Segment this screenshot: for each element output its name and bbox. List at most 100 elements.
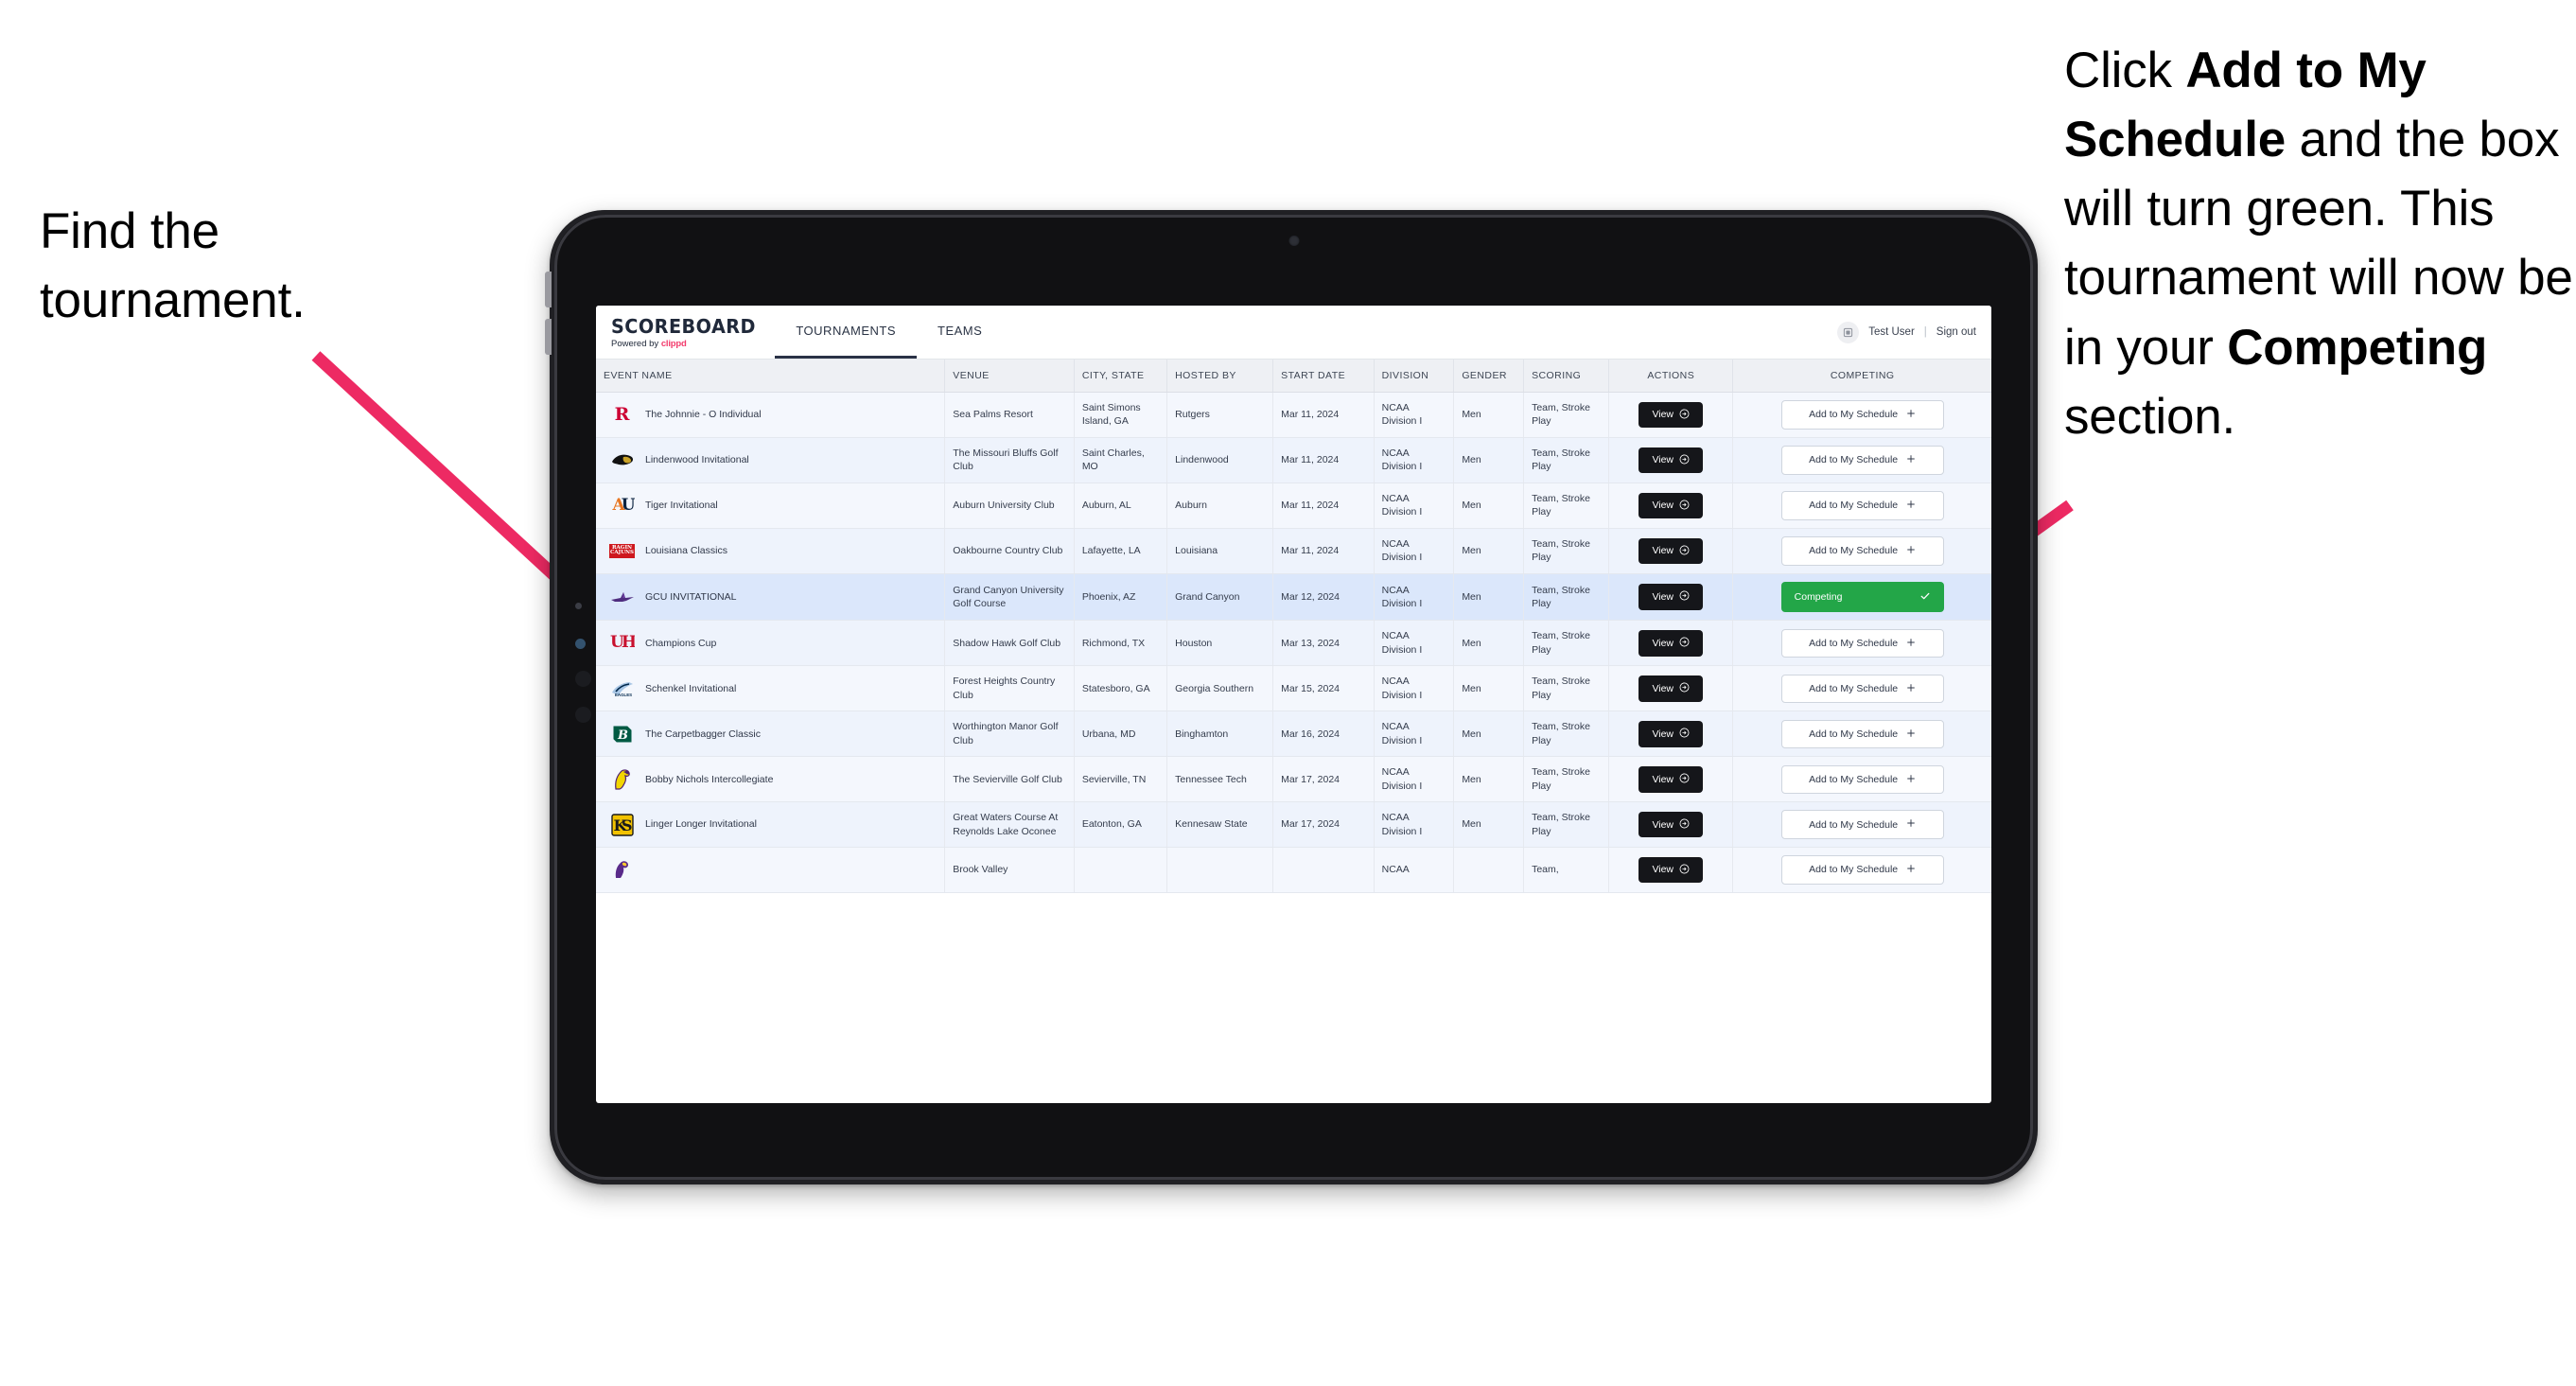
cell-actions: View <box>1608 756 1734 803</box>
cell-venue: Forest Heights Country Club <box>944 665 1075 712</box>
houston-logo: UH <box>610 633 635 653</box>
cell-competing: Add to My Schedule <box>1732 847 1991 893</box>
georgia-southern-logo: EAGLES <box>609 676 635 700</box>
user-avatar-icon[interactable] <box>1837 321 1860 343</box>
plus-icon <box>1906 728 1916 741</box>
add-to-my-schedule-button[interactable]: Add to My Schedule <box>1780 446 1944 475</box>
cell-scoring: Team, Stroke Play <box>1523 620 1610 667</box>
plus-icon <box>1906 864 1916 876</box>
event-name-label: GCU INVITATIONAL <box>645 590 737 603</box>
view-button[interactable]: View <box>1638 766 1704 793</box>
add-to-my-schedule-button[interactable]: Add to My Schedule <box>1780 764 1944 795</box>
cell-gender: Men <box>1453 756 1525 803</box>
column-header-competing[interactable]: COMPETING <box>1732 360 1991 393</box>
table-row[interactable]: K S Linger Longer Invitational Great Waters… <box>596 801 1991 849</box>
view-button[interactable]: View <box>1638 856 1704 884</box>
cell-scoring: Team, Stroke Play <box>1523 392 1610 438</box>
tab-tournaments[interactable]: TOURNAMENTS <box>775 306 917 359</box>
view-button-label: View <box>1652 818 1674 831</box>
event-name-label: Bobby Nichols Intercollegiate <box>645 773 774 785</box>
column-header-division[interactable]: DIVISION <box>1374 360 1455 393</box>
cell-scoring: Team, Stroke Play <box>1523 665 1610 712</box>
tournaments-table-scroll[interactable]: EVENT NAME VENUE CITY, STATE HOSTED BY START… <box>596 360 1991 1103</box>
view-button[interactable]: View <box>1638 447 1704 474</box>
user-name-label[interactable]: Test User <box>1868 326 1915 338</box>
annotation-text: Click <box>2064 43 2186 98</box>
add-to-my-schedule-button[interactable]: Add to My Schedule <box>1780 855 1944 885</box>
column-header-event-name[interactable]: EVENT NAME <box>596 360 946 393</box>
view-button[interactable]: View <box>1638 630 1704 657</box>
add-to-my-schedule-button[interactable]: Add to My Schedule <box>1780 810 1944 839</box>
add-to-my-schedule-button[interactable]: Add to My Schedule <box>1780 719 1944 749</box>
add-to-my-schedule-button[interactable]: Add to My Schedule <box>1780 536 1944 566</box>
cell-start-date <box>1272 847 1375 893</box>
cell-division: NCAA Division I <box>1374 665 1455 712</box>
volume-up-button[interactable] <box>545 272 552 307</box>
cell-division: NCAA <box>1374 847 1455 893</box>
cell-competing: Add to My Schedule <box>1732 801 1991 849</box>
rutgers-logo: R <box>614 403 630 425</box>
cell-event-name: B The Carpetbagger Classic <box>596 711 946 758</box>
table-row[interactable]: R The Johnnie - O Individual Sea Palms Res… <box>596 392 1991 438</box>
table-row[interactable]: Lindenwood Invitational The Missouri Bluf… <box>596 437 1991 483</box>
competing-button[interactable]: Competing <box>1780 581 1944 613</box>
cell-division: NCAA Division I <box>1374 756 1455 803</box>
cell-division: NCAA Division I <box>1374 528 1455 574</box>
view-button-label: View <box>1652 728 1674 740</box>
tab-teams[interactable]: TEAMS <box>917 306 1003 359</box>
table-row[interactable]: UH Champions Cup Shadow Hawk Golf Club Rich… <box>596 620 1991 667</box>
column-header-actions[interactable]: ACTIONS <box>1608 360 1734 393</box>
column-header-start-date[interactable]: START DATE <box>1272 360 1375 393</box>
view-button[interactable]: View <box>1638 492 1704 519</box>
view-button[interactable]: View <box>1638 811 1704 838</box>
column-header-scoring[interactable]: SCORING <box>1523 360 1610 393</box>
cell-venue: The Missouri Bluffs Golf Club <box>944 437 1075 483</box>
event-name-label: The Carpetbagger Classic <box>645 728 761 740</box>
cell-gender: Men <box>1453 711 1525 758</box>
cell-event-name: Bobby Nichols Intercollegiate <box>596 756 946 803</box>
cell-venue: Auburn University Club <box>944 482 1075 529</box>
cell-actions: View <box>1608 847 1734 893</box>
add-to-my-schedule-label: Add to My Schedule <box>1809 773 1899 785</box>
column-header-gender[interactable]: GENDER <box>1453 360 1525 393</box>
column-header-venue[interactable]: VENUE <box>944 360 1075 393</box>
view-button[interactable]: View <box>1638 721 1704 747</box>
table-row[interactable]: Bobby Nichols Intercollegiate The Sevierv… <box>596 756 1991 803</box>
cell-city-state <box>1074 847 1168 893</box>
plus-icon <box>1906 638 1916 650</box>
add-to-my-schedule-button[interactable]: Add to My Schedule <box>1780 491 1944 520</box>
svg-text:B: B <box>617 728 628 743</box>
column-header-hosted-by[interactable]: HOSTED BY <box>1166 360 1274 393</box>
table-row[interactable]: EAGLES Schenkel Invitational Forest Height… <box>596 665 1991 712</box>
view-button[interactable]: View <box>1638 401 1704 429</box>
table-row[interactable]: B The Carpetbagger Classic Worthington Man… <box>596 711 1991 758</box>
add-to-my-schedule-button[interactable]: Add to My Schedule <box>1780 674 1944 704</box>
view-button[interactable]: View <box>1638 675 1704 702</box>
table-row[interactable]: GCU INVITATIONAL Grand Canyon University … <box>596 573 1991 622</box>
sign-out-link[interactable]: Sign out <box>1936 326 1976 338</box>
volume-down-button[interactable] <box>545 319 552 355</box>
cell-event-name: GCU INVITATIONAL <box>596 573 946 622</box>
add-to-my-schedule-button[interactable]: Add to My Schedule <box>1780 628 1944 658</box>
cell-venue: Grand Canyon University Golf Course <box>944 573 1075 622</box>
add-to-my-schedule-label: Add to My Schedule <box>1809 864 1899 876</box>
view-button[interactable]: View <box>1638 537 1704 565</box>
check-icon <box>1919 590 1931 605</box>
brand-logo[interactable]: SCOREBOARD Powered by clippd <box>596 306 775 359</box>
cell-start-date: Mar 11, 2024 <box>1272 392 1375 438</box>
cell-competing: Add to My Schedule <box>1732 437 1991 483</box>
column-header-city-state[interactable]: CITY, STATE <box>1074 360 1168 393</box>
bezel-sensor-dot <box>575 603 582 609</box>
cell-division: NCAA Division I <box>1374 801 1455 849</box>
table-row[interactable]: RAGIN CAJUNS Louisiana Classics Oakbourne C… <box>596 528 1991 574</box>
arrow-right-circle-icon <box>1679 864 1690 877</box>
table-row[interactable]: AU Tiger Invitational Auburn University Cl… <box>596 482 1991 529</box>
table-row[interactable]: Brook Valley NCAA Team, View Add to My Sched… <box>596 847 1991 893</box>
view-button-label: View <box>1652 682 1674 694</box>
view-button[interactable]: View <box>1638 584 1704 610</box>
cell-actions: View <box>1608 711 1734 758</box>
front-camera-icon <box>1288 236 1299 246</box>
add-to-my-schedule-button[interactable]: Add to My Schedule <box>1780 400 1944 430</box>
bezel-sensor-dot <box>575 639 586 649</box>
arrow-right-circle-icon <box>1679 637 1690 650</box>
